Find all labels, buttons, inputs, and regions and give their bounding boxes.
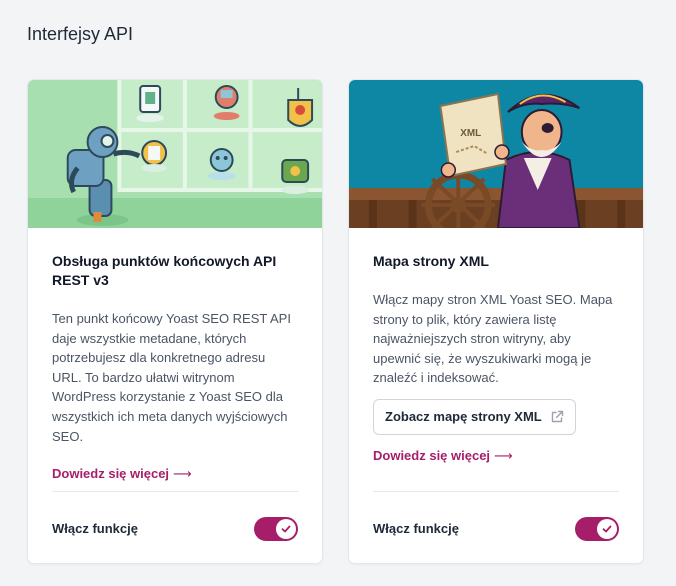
external-link-icon bbox=[551, 410, 563, 423]
card-description: Włącz mapy stron XML Yoast SEO. Mapa str… bbox=[373, 292, 613, 386]
checkmark-icon bbox=[281, 525, 291, 532]
arrow-right-icon: ⟶ bbox=[173, 466, 192, 482]
learn-more-link[interactable]: Dowiedz się więcej ⟶ bbox=[52, 466, 298, 482]
svg-text:XML: XML bbox=[460, 128, 481, 139]
card-footer: Włącz funkcję bbox=[52, 491, 298, 563]
card-footer: Włącz funkcję bbox=[373, 491, 619, 563]
arrow-right-icon: ⟶ bbox=[494, 447, 513, 463]
xml-sitemap-illustration: XML bbox=[349, 80, 643, 228]
card-description: Ten punkt końcowy Yoast SEO REST API daj… bbox=[52, 311, 291, 444]
card-title: Mapa strony XML bbox=[373, 253, 489, 269]
enable-feature-toggle[interactable] bbox=[575, 516, 619, 541]
toggle-label: Włącz funkcję bbox=[373, 521, 459, 536]
toggle-knob bbox=[276, 518, 296, 539]
xml-sitemap-card: XML Mapa strony XML Włącz mapy stron XML… bbox=[348, 79, 644, 564]
toggle-knob bbox=[597, 518, 617, 539]
button-label: Zobacz mapę strony XML bbox=[385, 409, 542, 425]
enable-feature-toggle[interactable] bbox=[254, 516, 298, 541]
card-title: Obsługa punktów końcowych API REST v3 bbox=[52, 253, 277, 288]
learn-more-link[interactable]: Dowiedz się więcej ⟶ bbox=[373, 448, 619, 464]
rest-api-illustration bbox=[28, 80, 322, 228]
learn-more-label: Dowiedz się więcej bbox=[52, 466, 170, 482]
checkmark-icon bbox=[602, 525, 612, 532]
toggle-label: Włącz funkcję bbox=[52, 521, 138, 536]
section-title: Interfejsy API bbox=[27, 24, 134, 44]
learn-more-label: Dowiedz się więcej bbox=[373, 447, 491, 463]
rest-api-card: Obsługa punktów końcowych API REST v3 Te… bbox=[27, 79, 323, 564]
view-xml-sitemap-button[interactable]: Zobacz mapę strony XML bbox=[373, 398, 576, 435]
